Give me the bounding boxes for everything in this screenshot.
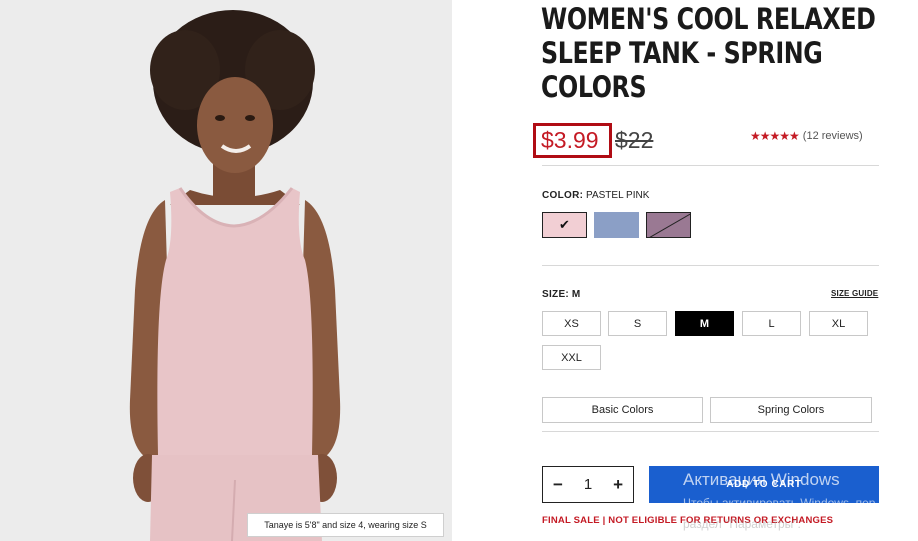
collection-spring-colors[interactable]: Spring Colors xyxy=(710,397,872,423)
swatch-pastel-pink[interactable]: ✔ xyxy=(542,212,587,238)
unavailable-slash-icon xyxy=(649,213,690,237)
reviews-link[interactable]: (12 reviews) xyxy=(803,130,863,142)
increase-quantity-button[interactable]: + xyxy=(613,475,623,495)
windows-activation-text: Чтобы активировать Windows, пер xyxy=(683,496,876,510)
divider xyxy=(542,165,879,166)
collection-basic-colors[interactable]: Basic Colors xyxy=(542,397,703,423)
selected-size: M xyxy=(571,289,581,300)
rating[interactable]: ★★★★★ (12 reviews) xyxy=(750,129,863,143)
divider xyxy=(542,431,879,432)
decrease-quantity-button[interactable]: − xyxy=(553,475,563,495)
product-title: WOMEN'S COOL RELAXED SLEEP TANK - SPRING… xyxy=(541,2,876,104)
size-option-xxl[interactable]: XXL xyxy=(542,345,601,370)
selected-color-name: PASTEL PINK xyxy=(586,190,650,201)
size-option-xl[interactable]: XL xyxy=(809,311,868,336)
size-option-m[interactable]: M xyxy=(675,311,734,336)
windows-activation-text-2: раздел "Параметры". xyxy=(683,517,801,531)
checkmark-icon: ✔ xyxy=(559,217,570,232)
size-option-l[interactable]: L xyxy=(742,311,801,336)
color-label: COLOR: PASTEL PINK xyxy=(542,190,650,201)
quantity-stepper: − 1 + xyxy=(542,466,634,503)
size-option-xs[interactable]: XS xyxy=(542,311,601,336)
swatch-mauve-unavailable[interactable] xyxy=(646,212,691,238)
swatch-fill xyxy=(595,213,638,237)
divider xyxy=(542,265,879,266)
windows-activation-title: Активация Windows xyxy=(683,470,840,489)
product-image[interactable]: Tanaye is 5'8" and size 4, wearing size … xyxy=(0,0,452,541)
size-label: SIZE: M xyxy=(542,289,581,300)
original-price: $22 xyxy=(615,127,654,153)
sale-price: $3.99 xyxy=(541,127,599,153)
size-option-s[interactable]: S xyxy=(608,311,667,336)
size-guide-link[interactable]: SIZE GUIDE xyxy=(831,289,878,298)
quantity-value[interactable]: 1 xyxy=(584,476,592,493)
model-size-caption: Tanaye is 5'8" and size 4, wearing size … xyxy=(247,513,444,537)
swatch-periwinkle[interactable] xyxy=(594,212,639,238)
star-rating-icon: ★★★★★ xyxy=(750,129,800,143)
model-illustration xyxy=(129,10,341,541)
